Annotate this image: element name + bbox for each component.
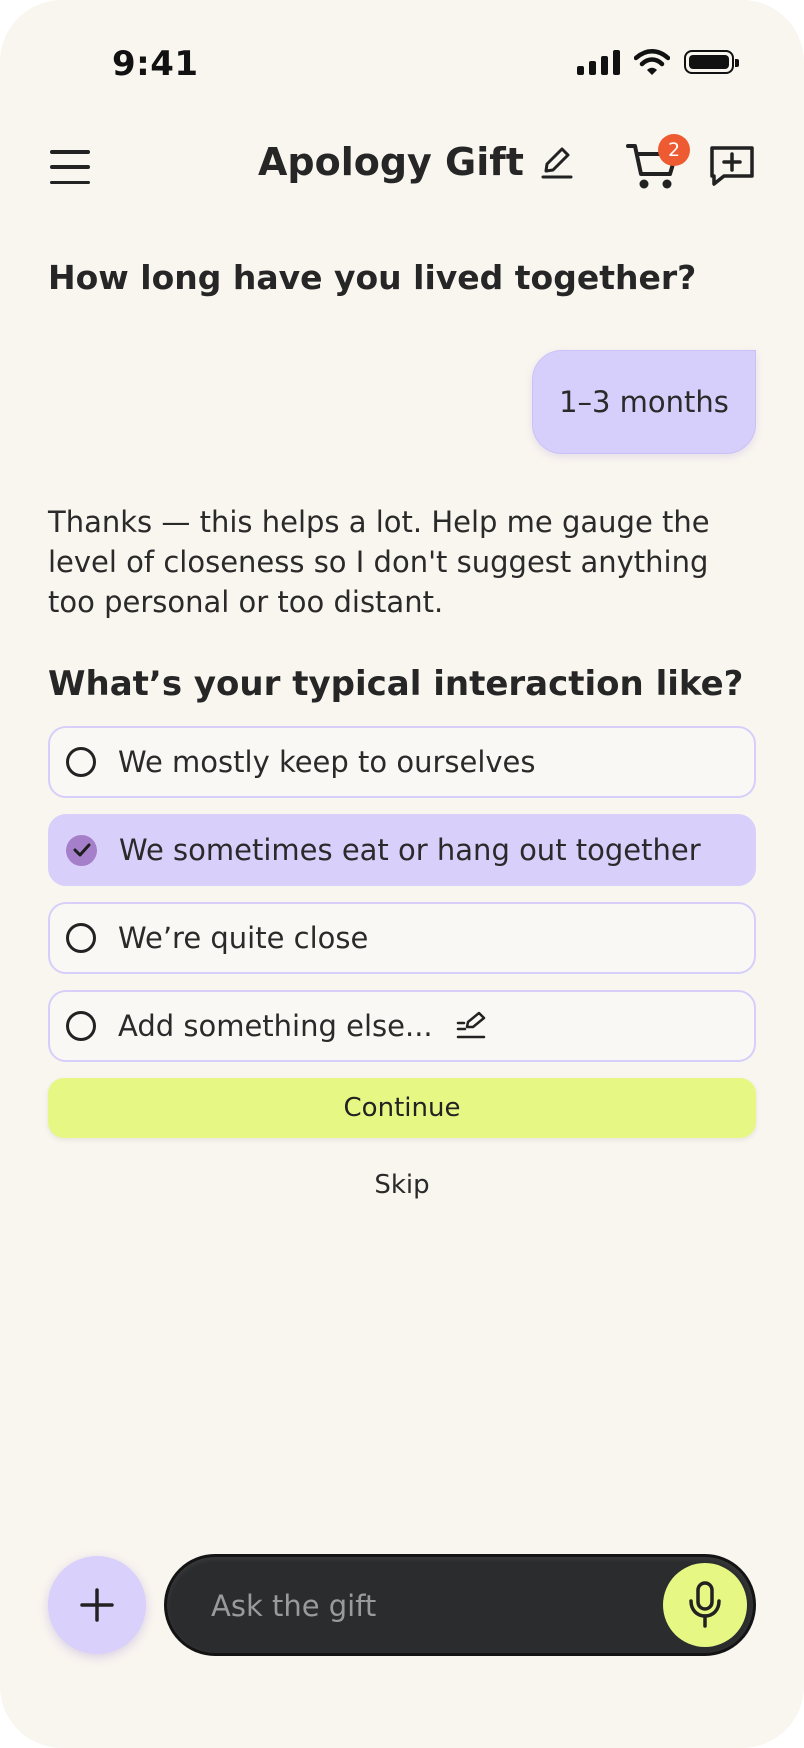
option-label: We’re quite close: [118, 921, 369, 955]
menu-icon-line: [50, 150, 90, 154]
voice-input-button[interactable]: [663, 1563, 747, 1647]
option-label: Add something else...: [118, 1009, 433, 1043]
radio-checked-icon: [66, 834, 97, 866]
header-title-group: Apology Gift: [258, 140, 576, 184]
microphone-icon: [689, 1581, 721, 1628]
plus-icon: [80, 1588, 114, 1622]
option-keep-to-ourselves[interactable]: We mostly keep to ourselves: [48, 726, 756, 798]
option-label: We mostly keep to ourselves: [118, 745, 536, 779]
radio-unchecked-icon: [66, 1011, 96, 1041]
radio-unchecked-icon: [66, 923, 96, 953]
question-heading: How long have you lived together?: [48, 258, 697, 297]
page-title: Apology Gift: [258, 140, 524, 184]
skip-button[interactable]: Skip: [350, 1170, 454, 1200]
radio-unchecked-icon: [66, 747, 96, 777]
answer-options: We mostly keep to ourselves We sometimes…: [48, 726, 756, 1078]
new-chat-button[interactable]: [708, 144, 756, 192]
option-add-something-else[interactable]: Add something else...: [48, 990, 756, 1062]
message-composer: [164, 1554, 756, 1656]
write-icon: [455, 1011, 487, 1041]
continue-button[interactable]: Continue: [48, 1078, 756, 1138]
question-heading: What’s your typical interaction like?: [48, 664, 744, 704]
phone-screen: 9:41 Apology Gift 2 How long have you li…: [0, 0, 804, 1748]
option-label: We sometimes eat or hang out together: [119, 833, 701, 867]
menu-icon-line: [50, 180, 90, 184]
edit-title-button[interactable]: [538, 143, 576, 181]
wifi-icon: [634, 49, 670, 75]
ask-input[interactable]: [209, 1579, 633, 1633]
menu-icon-line: [50, 165, 90, 169]
pencil-icon: [541, 147, 573, 179]
menu-button[interactable]: [50, 150, 90, 184]
assistant-message: Thanks — this helps a lot. Help me gauge…: [48, 505, 710, 619]
option-quite-close[interactable]: We’re quite close: [48, 902, 756, 974]
status-icons: [577, 48, 739, 76]
option-eat-hang-out[interactable]: We sometimes eat or hang out together: [48, 814, 756, 886]
cart-count-badge: 2: [658, 134, 690, 166]
chat-plus-icon: [710, 146, 754, 186]
battery-icon: [684, 50, 739, 74]
status-time: 9:41: [112, 44, 199, 84]
add-attachment-button[interactable]: [48, 1556, 146, 1654]
user-message-bubble: 1–3 months: [532, 350, 756, 454]
cellular-signal-icon: [577, 49, 620, 75]
